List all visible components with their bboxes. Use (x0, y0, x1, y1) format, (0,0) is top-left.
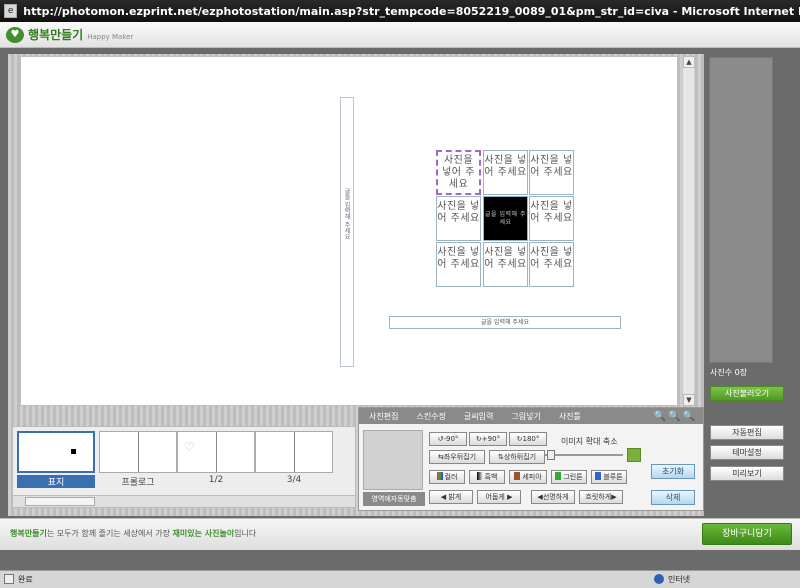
app-logo-text: 행복만들기 (28, 28, 84, 42)
color-filter-button[interactable]: 컬러 (429, 470, 465, 484)
tab-skin-edit[interactable]: 스킨수정 (406, 411, 453, 422)
blue-swatch-icon (595, 472, 602, 480)
page-thumb-prologue[interactable]: 프롤로그 (99, 431, 177, 488)
darker-button[interactable]: 어둡게 ▶ (477, 490, 521, 504)
bw-filter-button[interactable]: 흑백 (469, 470, 505, 484)
arrow-right-icon: ▶ (504, 493, 513, 501)
mirror-vertical-button[interactable]: ⇅상하뒤집기 (489, 450, 545, 464)
page-icon (4, 574, 14, 584)
page-thumbnail-strip: 표지 프롤로그 ♡ 1/2 3/4 (12, 426, 356, 508)
app-logo-subtitle: Happy Maker (87, 32, 134, 41)
footer-highlight: 재미있는 사진놀이 (172, 529, 235, 538)
green-swatch-icon (555, 472, 562, 480)
globe-icon (654, 574, 664, 584)
reset-button[interactable]: 초기화 (651, 464, 695, 479)
preview-button[interactable]: 미리보기 (710, 466, 784, 481)
bw-swatch-icon (476, 472, 483, 480)
theme-setting-button[interactable]: 테마설정 (710, 445, 784, 460)
app-header: ♥ 행복만들기 Happy Maker (0, 22, 800, 48)
photo-preview (363, 430, 423, 490)
scroll-up-icon[interactable]: ▲ (683, 56, 695, 68)
sepia-swatch-icon (514, 472, 521, 480)
heart-icon: ♡ (184, 440, 195, 454)
tab-photo-frame[interactable]: 사진틀 (549, 411, 589, 422)
brighter-button[interactable]: ◀ 밝게 (429, 490, 473, 504)
footer-brand: 행복만들기 (10, 529, 47, 538)
blue-filter-button[interactable]: 블루톤 (591, 470, 627, 484)
zoom-in-icon[interactable] (627, 448, 641, 462)
photo-slot[interactable]: 사진을 넣어 주세요 (483, 150, 528, 195)
spine-text: 글을 입력해 주세요 (343, 188, 350, 240)
photo-slot[interactable]: 사진을 넣어 주세요 (436, 242, 481, 287)
zoom-slider-handle[interactable] (546, 450, 555, 460)
edit-tabs: 사진편집 스킨수정 글씨입력 그림넣기 사진틀 🔍🔍🔍 (359, 408, 703, 424)
sepia-filter-button[interactable]: 세피아 (509, 470, 547, 484)
rotate-left-button[interactable]: ↺-90° (429, 432, 467, 446)
rotate-right-button[interactable]: ↻+90° (469, 432, 507, 446)
security-zone: 인터넷 (654, 574, 690, 585)
page-thumb-3-4[interactable]: 3/4 (255, 431, 333, 487)
green-filter-button[interactable]: 그린톤 (551, 470, 587, 484)
window-title: http://photomon.ezprint.net/ezphotostati… (23, 4, 800, 18)
photo-slot[interactable]: 사진을 넣어 주세요 (436, 150, 481, 195)
page-thumb-1-2[interactable]: ♡ 1/2 (177, 431, 255, 487)
load-photos-button[interactable]: 사진불러오기 (710, 386, 784, 401)
apple-logo-icon: ♥ (6, 26, 24, 43)
arrow-right-icon: ▶ (611, 493, 617, 501)
ie-icon: e (4, 4, 18, 18)
spine-text-box[interactable]: 글을 입력해 주세요 (340, 97, 354, 367)
photo-edit-panel: 사진편집 스킨수정 글씨입력 그림넣기 사진틀 🔍🔍🔍 영역에자동맞춤 ↺-90… (358, 407, 704, 511)
footer-end: 입니다 (234, 529, 257, 538)
page-thumb-cover[interactable]: 표지 (17, 431, 95, 488)
mirror-horizontal-button[interactable]: ⇆좌우뒤집기 (429, 450, 485, 464)
photo-slot[interactable]: 사진을 넣어 주세요 (529, 196, 574, 241)
footer-middle: 는 모두가 함께 즐기는 세상에서 가장 (46, 529, 173, 538)
zoom-label: 이미지 확대 축소 (561, 437, 618, 446)
fit-area-button[interactable]: 영역에자동맞춤 (363, 492, 425, 506)
photo-grid: 사진을 넣어 주세요 사진을 넣어 주세요 사진을 넣어 주세요 사진을 넣어 … (436, 150, 576, 288)
tab-insert-image[interactable]: 그림넣기 (501, 411, 548, 422)
softer-button[interactable]: 흐릿하게▶ (579, 490, 623, 504)
sharper-button[interactable]: ◀선명하게 (531, 490, 575, 504)
canvas-vertical-scrollbar[interactable]: ▲ ▼ (682, 56, 695, 406)
photo-count: 사진수 0장 (710, 368, 748, 377)
scrollbar-thumb[interactable] (25, 497, 95, 506)
photo-slot[interactable]: 사진을 넣어 주세요 (529, 150, 574, 195)
footer-text: 행복만들기는 모두가 함께 즐기는 세상에서 가장 재미있는 사진놀이입니다 (10, 528, 256, 539)
browser-status-bar: 완료 인터넷 (0, 570, 800, 588)
zoom-icon[interactable]: 🔍🔍🔍 (654, 411, 697, 422)
delete-button[interactable]: 삭제 (651, 490, 695, 505)
scroll-down-icon[interactable]: ▼ (683, 394, 695, 406)
photo-slot[interactable]: 사진을 넣어 주세요 (436, 196, 481, 241)
caption-text-box[interactable]: 글을 입력해 주세요 (389, 316, 621, 329)
window-titlebar: e http://photomon.ezprint.net/ezphotosta… (0, 0, 800, 22)
add-to-cart-button[interactable]: 장바구니담기 (702, 523, 792, 545)
auto-edit-button[interactable]: 자동편집 (710, 425, 784, 440)
photo-list-panel[interactable] (709, 57, 773, 363)
footer-bar: 행복만들기는 모두가 함께 즐기는 세상에서 가장 재미있는 사진놀이입니다 장… (0, 518, 800, 550)
tab-text-input[interactable]: 글씨입력 (454, 411, 501, 422)
color-swatch-icon (436, 472, 443, 480)
photo-slot[interactable]: 사진을 넣어 주세요 (529, 242, 574, 287)
rotate-180-button[interactable]: ↻180° (509, 432, 547, 446)
photo-slot[interactable]: 사진을 넣어 주세요 (483, 242, 528, 287)
thumbnail-scrollbar[interactable] (13, 495, 355, 507)
status-text: 완료 (18, 575, 33, 584)
tab-photo-edit[interactable]: 사진편집 (359, 411, 406, 422)
center-text-slot[interactable]: 글을 입력해 주세요 (483, 196, 528, 241)
